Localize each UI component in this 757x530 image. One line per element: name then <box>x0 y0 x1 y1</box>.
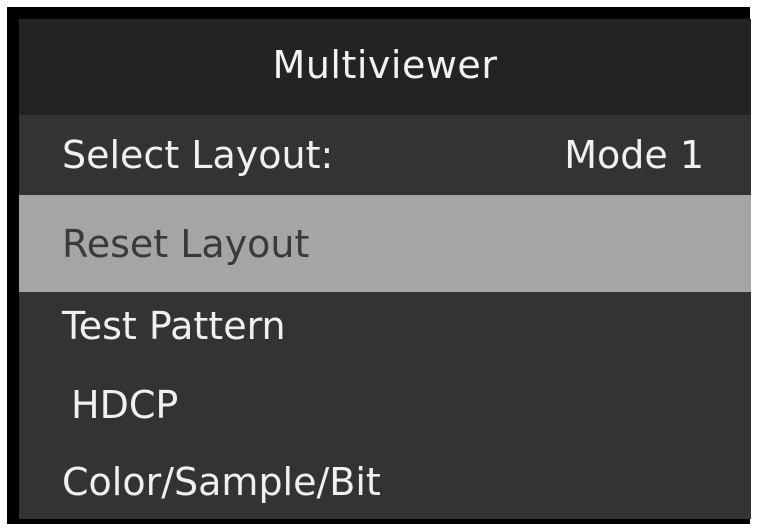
menu-item-test-pattern[interactable]: Test Pattern <box>19 292 751 360</box>
menu-item-label: Color/Sample/Bit <box>62 460 381 504</box>
menu-item-label: Reset Layout <box>62 221 310 266</box>
menu-title: Multiviewer <box>19 19 751 115</box>
multiviewer-osd-frame: Multiviewer Select Layout: Mode 1 Reset … <box>7 7 751 524</box>
menu-item-label: Select Layout: <box>62 133 334 177</box>
menu-item-hdcp[interactable]: HDCP <box>19 365 751 445</box>
menu-item-reset-layout[interactable]: Reset Layout <box>19 195 751 292</box>
menu-item-label: Test Pattern <box>62 304 286 348</box>
menu-item-label: HDCP <box>71 383 179 427</box>
osd-menu-panel: Multiviewer Select Layout: Mode 1 Reset … <box>19 19 751 519</box>
menu-item-select-layout[interactable]: Select Layout: Mode 1 <box>19 115 751 195</box>
layout-mode-value[interactable]: Mode 1 <box>564 133 704 177</box>
menu-item-color-sample-bit[interactable]: Color/Sample/Bit <box>19 445 751 519</box>
